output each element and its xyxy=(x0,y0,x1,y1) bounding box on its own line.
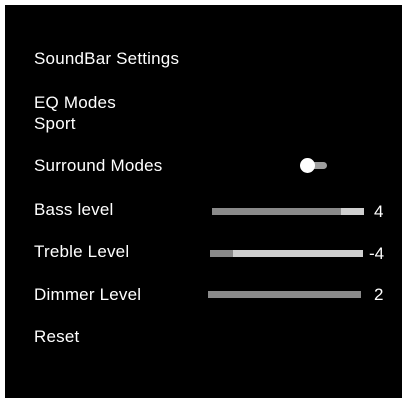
bass-value: 4 xyxy=(374,202,384,221)
soundbar-settings-menu: SoundBar Settings EQ Modes Sport Surroun… xyxy=(5,5,402,398)
eq-mode-value: Sport xyxy=(34,114,76,133)
treble-value: -4 xyxy=(369,244,385,263)
dimmer-slider-fill xyxy=(208,291,361,298)
reset-item[interactable]: Reset xyxy=(34,327,79,347)
dimmer-slider[interactable] xyxy=(208,291,361,298)
dimmer-level-item[interactable]: Dimmer Level xyxy=(34,285,141,305)
treble-level-item[interactable]: Treble Level xyxy=(34,242,129,262)
treble-slider[interactable] xyxy=(210,250,363,257)
surround-modes-item[interactable]: Surround Modes xyxy=(34,156,162,176)
bass-slider[interactable] xyxy=(212,208,364,215)
dimmer-value: 2 xyxy=(374,285,384,304)
eq-modes-item[interactable]: EQ Modes xyxy=(34,93,116,113)
treble-slider-fill xyxy=(210,250,233,257)
bass-level-item[interactable]: Bass level xyxy=(34,200,113,220)
menu-title: SoundBar Settings xyxy=(34,49,180,68)
bass-slider-fill xyxy=(212,208,342,215)
surround-toggle[interactable] xyxy=(300,158,330,173)
toggle-knob xyxy=(300,158,315,173)
